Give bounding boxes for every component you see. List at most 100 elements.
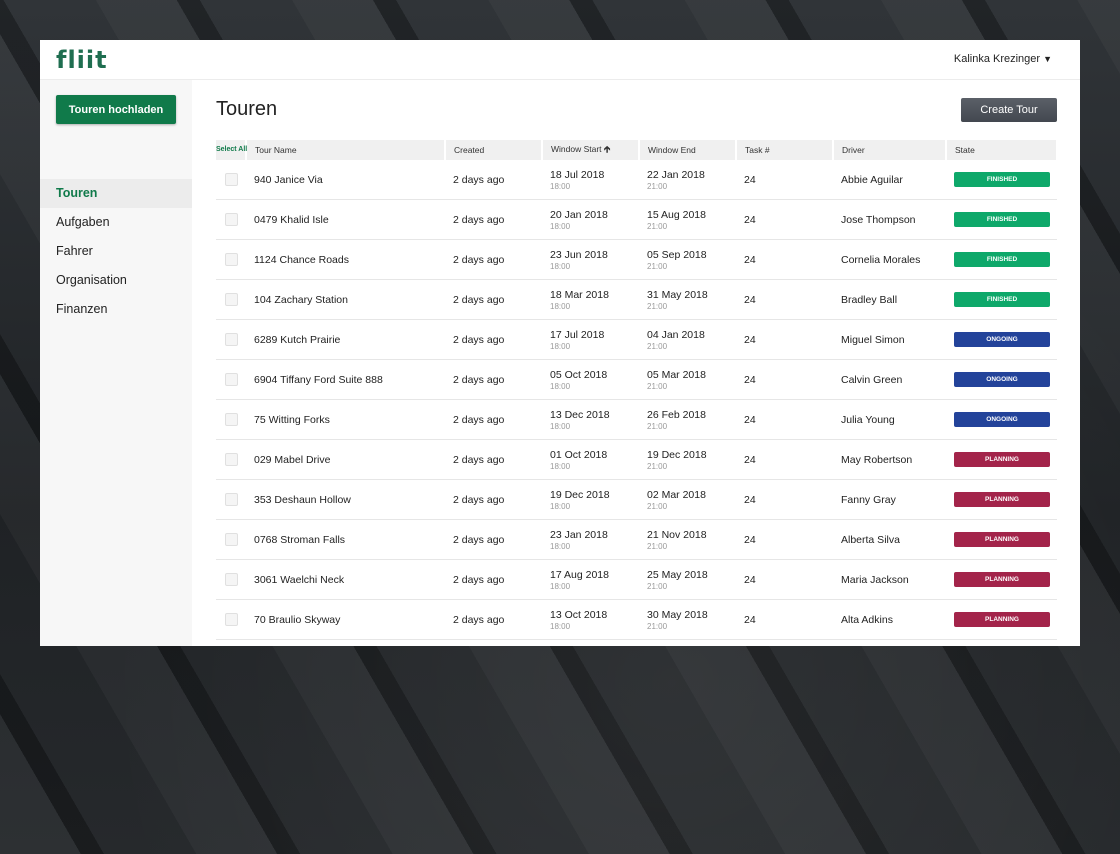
- row-checkbox[interactable]: [224, 493, 238, 506]
- row-checkbox[interactable]: [224, 173, 238, 186]
- row-checkbox[interactable]: [224, 333, 238, 346]
- window-start-date: 20 Jan 2018: [550, 208, 608, 221]
- window-end-time: 21:00: [647, 501, 668, 511]
- window-end-date: 31 May 2018: [647, 288, 708, 301]
- task-count-cell: 24: [736, 519, 833, 560]
- column-header-driver[interactable]: Driver: [833, 140, 947, 160]
- sidebar-item-aufgaben[interactable]: Aufgaben: [40, 208, 192, 237]
- tour-name-cell[interactable]: 6289 Kutch Prairie: [246, 319, 445, 360]
- table-row[interactable]: 6289 Kutch Prairie 2 days ago 17 Jul 2018 1…: [216, 319, 1057, 360]
- window-end-cell: 05 Sep 2018 21:00: [639, 239, 736, 280]
- sidebar-item-touren[interactable]: Touren: [40, 179, 192, 208]
- tour-name-cell[interactable]: 6904 Tiffany Ford Suite 888: [246, 359, 445, 400]
- column-header-created[interactable]: Created: [445, 140, 543, 160]
- row-checkbox[interactable]: [224, 253, 238, 266]
- row-select-cell: [216, 319, 246, 360]
- row-select-cell: [216, 399, 246, 440]
- row-checkbox[interactable]: [224, 373, 238, 386]
- tour-name-cell[interactable]: 1124 Chance Roads: [246, 239, 445, 280]
- row-select-cell: [216, 239, 246, 280]
- row-checkbox[interactable]: [224, 413, 238, 426]
- window-end-cell: 25 May 2018 21:00: [639, 559, 736, 600]
- window-start-date: 13 Dec 2018: [550, 408, 610, 421]
- tour-name-cell[interactable]: 353 Deshaun Hollow: [246, 479, 445, 520]
- caret-down-icon: ▼: [1043, 54, 1052, 64]
- tour-name-cell[interactable]: 104 Zachary Station: [246, 279, 445, 320]
- table-row[interactable]: 0768 Stroman Falls 2 days ago 23 Jan 2018 1…: [216, 519, 1057, 560]
- sidebar-item-finanzen[interactable]: Finanzen: [40, 295, 192, 324]
- table-row[interactable]: 3061 Waelchi Neck 2 days ago 17 Aug 2018 18…: [216, 559, 1057, 600]
- table-body: 940 Janice Via 2 days ago 18 Jul 2018 18:00…: [216, 160, 1057, 640]
- column-header-tour-name[interactable]: Tour Name: [246, 140, 446, 160]
- window-start-cell: 18 Mar 2018 18:00: [542, 279, 639, 320]
- tour-name-cell[interactable]: 940 Janice Via: [246, 160, 445, 200]
- row-checkbox[interactable]: [224, 613, 238, 626]
- window-end-date: 21 Nov 2018: [647, 528, 707, 541]
- table-row[interactable]: 0479 Khalid Isle 2 days ago 20 Jan 2018 18:…: [216, 199, 1057, 240]
- column-header-window-start-label: Window Start: [551, 144, 602, 154]
- window-end-cell: 15 Aug 2018 21:00: [639, 199, 736, 240]
- driver-cell: Julia Young: [833, 399, 946, 440]
- created-cell: 2 days ago: [445, 439, 542, 480]
- window-start-time: 18:00: [550, 421, 571, 431]
- tour-name-cell[interactable]: 029 Mabel Drive: [246, 439, 445, 480]
- tour-name-cell[interactable]: 75 Witting Forks: [246, 399, 445, 440]
- tour-name-cell[interactable]: 70 Braulio Skyway: [246, 599, 445, 640]
- window-start-cell: 23 Jun 2018 18:00: [542, 239, 639, 280]
- window-start-date: 13 Oct 2018: [550, 608, 608, 621]
- row-select-cell: [216, 479, 246, 520]
- driver-cell: Maria Jackson: [833, 559, 946, 600]
- window-end-time: 21:00: [647, 541, 668, 551]
- table-row[interactable]: 940 Janice Via 2 days ago 18 Jul 2018 18:00…: [216, 160, 1057, 200]
- window-end-date: 25 May 2018: [647, 568, 708, 581]
- window-end-time: 21:00: [647, 421, 668, 431]
- column-header-state[interactable]: State: [946, 140, 1058, 160]
- window-start-time: 18:00: [550, 461, 571, 471]
- column-header-window-start[interactable]: Window Start 🡱: [542, 140, 640, 160]
- app-window: fliit Kalinka Krezinger ▼ Touren hochlad…: [40, 40, 1080, 646]
- row-checkbox[interactable]: [224, 533, 238, 546]
- table-row[interactable]: 70 Braulio Skyway 2 days ago 13 Oct 2018 18…: [216, 599, 1057, 640]
- state-cell: FINISHED: [946, 239, 1057, 280]
- row-checkbox[interactable]: [224, 573, 238, 586]
- sidebar-item-organisation[interactable]: Organisation: [40, 266, 192, 295]
- window-start-cell: 23 Jan 2018 18:00: [542, 519, 639, 560]
- created-cell: 2 days ago: [445, 279, 542, 320]
- window-end-time: 21:00: [647, 381, 668, 391]
- upload-tours-button[interactable]: Touren hochladen: [56, 95, 176, 124]
- row-checkbox[interactable]: [224, 453, 238, 466]
- sidebar: Touren hochladen Touren Aufgaben Fahrer …: [40, 80, 192, 646]
- window-start-cell: 13 Oct 2018 18:00: [542, 599, 639, 640]
- tour-name-cell[interactable]: 0479 Khalid Isle: [246, 199, 445, 240]
- table-row[interactable]: 104 Zachary Station 2 days ago 18 Mar 2018…: [216, 279, 1057, 320]
- main-content: Touren Create Tour Select All Tour Name …: [192, 80, 1080, 646]
- task-count-cell: 24: [736, 599, 833, 640]
- window-end-date: 05 Mar 2018: [647, 368, 706, 381]
- table-row[interactable]: 1124 Chance Roads 2 days ago 23 Jun 2018 18…: [216, 239, 1057, 280]
- column-header-task-count[interactable]: Task #: [736, 140, 834, 160]
- table-row[interactable]: 75 Witting Forks 2 days ago 13 Dec 2018 18:…: [216, 399, 1057, 440]
- status-badge: PLANNING: [954, 532, 1050, 547]
- column-header-window-end[interactable]: Window End: [639, 140, 737, 160]
- user-menu[interactable]: Kalinka Krezinger ▼: [954, 53, 1052, 65]
- status-badge: PLANNING: [954, 452, 1050, 467]
- task-count-cell: 24: [736, 279, 833, 320]
- state-cell: FINISHED: [946, 199, 1057, 240]
- tour-name-cell[interactable]: 0768 Stroman Falls: [246, 519, 445, 560]
- create-tour-button[interactable]: Create Tour: [961, 98, 1057, 122]
- sidebar-item-fahrer[interactable]: Fahrer: [40, 237, 192, 266]
- tours-table: Select All Tour Name Created Window Star…: [216, 140, 1058, 640]
- table-row[interactable]: 353 Deshaun Hollow 2 days ago 19 Dec 2018 1…: [216, 479, 1057, 520]
- task-count-cell: 24: [736, 439, 833, 480]
- row-checkbox[interactable]: [224, 213, 238, 226]
- row-checkbox[interactable]: [224, 293, 238, 306]
- window-start-time: 18:00: [550, 621, 571, 631]
- created-cell: 2 days ago: [445, 559, 542, 600]
- table-row[interactable]: 029 Mabel Drive 2 days ago 01 Oct 2018 18:0…: [216, 439, 1057, 480]
- select-all-toggle[interactable]: Select All: [216, 140, 247, 160]
- state-cell: ONGOING: [946, 399, 1057, 440]
- table-row[interactable]: 6904 Tiffany Ford Suite 888 2 days ago 05 …: [216, 359, 1057, 400]
- row-select-cell: [216, 199, 246, 240]
- tour-name-cell[interactable]: 3061 Waelchi Neck: [246, 559, 445, 600]
- window-end-cell: 05 Mar 2018 21:00: [639, 359, 736, 400]
